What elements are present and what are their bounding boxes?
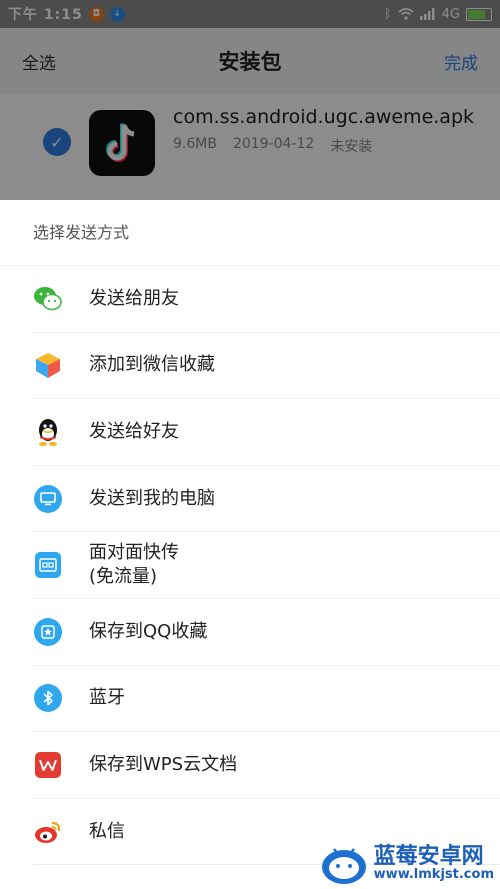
watermark-brand: 蓝莓安卓网	[373, 842, 484, 869]
dim-overlay[interactable]	[0, 0, 500, 200]
qq-icon	[33, 417, 63, 447]
wechat-icon	[33, 284, 63, 314]
share-item-qq-favorites[interactable]: 保存到QQ收藏	[33, 599, 500, 666]
share-item-wechat-favorites[interactable]: 添加到微信收藏	[33, 333, 500, 400]
watermark: 蓝莓安卓网 www.lmkjst.com	[320, 841, 494, 885]
share-sheet: 选择发送方式 发送给朋友 添加到微信收藏 发送给好友 发送到我的电脑 面对面快传…	[0, 200, 500, 889]
share-item-label: 添加到微信收藏	[89, 354, 215, 376]
share-sheet-title: 选择发送方式	[0, 200, 500, 266]
share-item-label: 面对面快传 (免流量)	[89, 542, 179, 588]
face-to-face-icon	[33, 550, 63, 580]
computer-icon	[33, 484, 63, 514]
blueberry-android-logo-icon	[321, 848, 366, 884]
share-item-label: 发送给好友	[89, 420, 179, 442]
share-item-my-computer[interactable]: 发送到我的电脑	[33, 466, 500, 533]
share-item-wechat-friend[interactable]: 发送给朋友	[33, 266, 500, 333]
share-item-face-to-face[interactable]: 面对面快传 (免流量)	[33, 532, 500, 599]
weibo-icon	[33, 817, 63, 847]
share-item-qq-friend[interactable]: 发送给好友	[33, 399, 500, 466]
share-item-wps[interactable]: 保存到WPS云文档	[33, 732, 500, 799]
watermark-text: 蓝莓安卓网 www.lmkjst.com	[373, 842, 494, 882]
share-item-label: 蓝牙	[89, 687, 125, 709]
share-item-label: 保存到WPS云文档	[89, 753, 238, 775]
wechat-favorites-icon	[33, 350, 63, 380]
share-item-label: 发送到我的电脑	[89, 487, 215, 509]
bluetooth-icon	[33, 683, 63, 713]
watermark-url: www.lmkjst.com	[373, 866, 494, 882]
qq-favorites-icon	[33, 617, 63, 647]
share-item-label: 保存到QQ收藏	[89, 620, 208, 642]
share-item-bluetooth[interactable]: 蓝牙	[33, 666, 500, 733]
share-item-label: 私信	[89, 820, 125, 842]
wps-icon	[33, 750, 63, 780]
share-item-label: 发送给朋友	[89, 287, 179, 309]
